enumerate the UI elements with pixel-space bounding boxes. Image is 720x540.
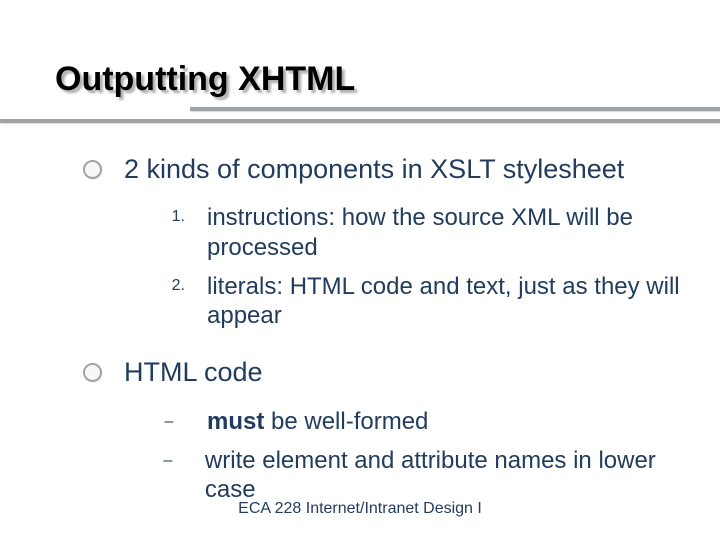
disc-bullet-icon	[83, 160, 102, 179]
slide-title: Outputting XHTML	[55, 60, 680, 99]
decor-line-long	[0, 119, 720, 123]
number-marker: 1.	[153, 208, 185, 226]
list-item: HTML code	[83, 356, 680, 388]
text-rest: be well-formed	[264, 408, 428, 435]
dash-sublist: – must be well-formed – write element an…	[153, 407, 680, 505]
list-item-text: instructions: how the source XML will be…	[207, 203, 680, 262]
list-item-text: literals: HTML code and text, just as th…	[207, 272, 680, 331]
list-item: – must be well-formed	[153, 407, 680, 436]
dash-marker-icon: –	[153, 413, 185, 431]
dash-marker-icon: –	[153, 452, 183, 470]
list-item-text: HTML code	[124, 356, 263, 388]
list-item: 2 kinds of components in XSLT stylesheet	[83, 153, 680, 185]
list-item-text: write element and attribute names in low…	[205, 446, 680, 505]
text-rest: write element and attribute names in low…	[205, 447, 656, 503]
decor-line-short	[190, 107, 720, 111]
slide: Outputting XHTML 2 kinds of components i…	[0, 0, 720, 540]
disc-bullet-icon	[83, 363, 102, 382]
numbered-sublist: 1. instructions: how the source XML will…	[153, 203, 680, 330]
bold-word: must	[207, 408, 264, 435]
list-item: – write element and attribute names in l…	[153, 446, 680, 505]
number-marker: 2.	[153, 277, 185, 295]
list-item-text: 2 kinds of components in XSLT stylesheet	[124, 153, 624, 185]
list-item-text: must be well-formed	[207, 407, 428, 436]
list-item: 1. instructions: how the source XML will…	[153, 203, 680, 262]
content-area: 2 kinds of components in XSLT stylesheet…	[55, 153, 680, 505]
title-underline	[0, 107, 720, 129]
list-item: 2. literals: HTML code and text, just as…	[153, 272, 680, 331]
slide-footer: ECA 228 Internet/Intranet Design I	[0, 500, 720, 518]
